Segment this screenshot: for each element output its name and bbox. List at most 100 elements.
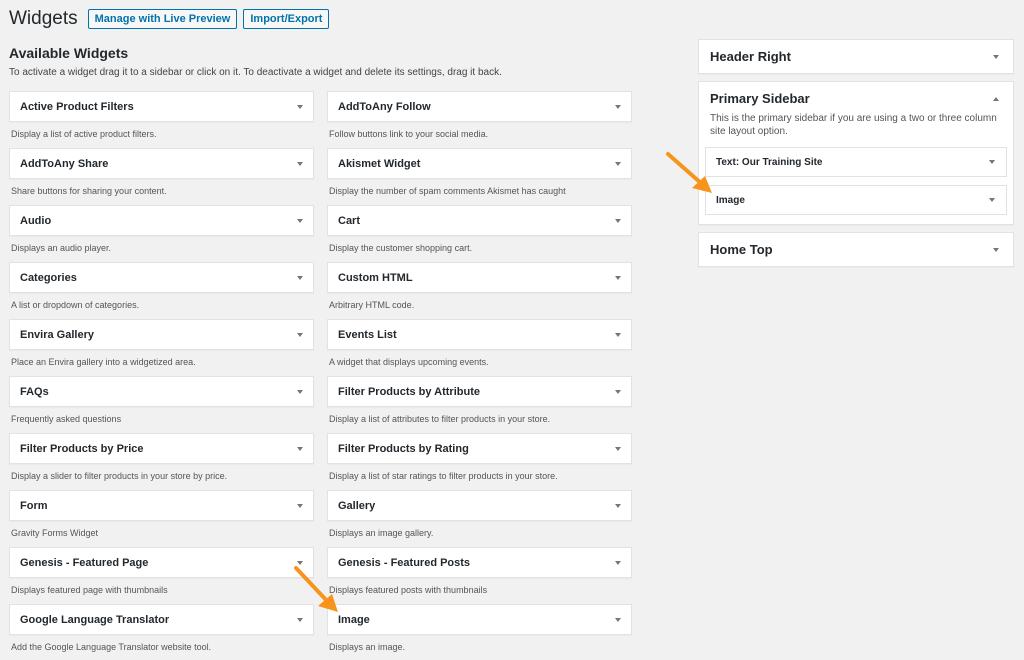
- widget-item: Categories A list or dropdown of categor…: [9, 262, 314, 319]
- widget-faqs[interactable]: FAQs: [9, 376, 314, 407]
- widget-title: Form: [20, 499, 48, 512]
- widget-description: Gravity Forms Widget: [11, 528, 99, 538]
- page-header: Widgets Manage with Live Preview Import/…: [9, 8, 335, 30]
- sidebar-title: Home Top: [710, 242, 773, 257]
- chevron-down-icon[interactable]: [993, 247, 999, 252]
- widget-title: Active Product Filters: [20, 100, 134, 113]
- widget-item: Google Language Translator Add the Googl…: [9, 604, 314, 660]
- sidebar-primary: Primary Sidebar This is the primary side…: [698, 81, 1014, 225]
- widget-image[interactable]: Image: [327, 604, 632, 635]
- widget-addtoany-share[interactable]: AddToAny Share: [9, 148, 314, 179]
- widget-akismet[interactable]: Akismet Widget: [327, 148, 632, 179]
- widget-item: Form Gravity Forms Widget: [9, 490, 314, 547]
- widget-title: Events List: [338, 328, 397, 341]
- widget-description: Displays featured page with thumbnails: [11, 585, 168, 595]
- widget-filter-by-attribute[interactable]: Filter Products by Attribute: [327, 376, 632, 407]
- chevron-down-icon[interactable]: [297, 617, 303, 622]
- widget-filter-by-price[interactable]: Filter Products by Price: [9, 433, 314, 464]
- chevron-down-icon[interactable]: [615, 560, 621, 565]
- widget-item: Filter Products by Attribute Display a l…: [327, 376, 632, 433]
- widget-item: FAQs Frequently asked questions: [9, 376, 314, 433]
- chevron-down-icon[interactable]: [297, 218, 303, 223]
- widget-events-list[interactable]: Events List: [327, 319, 632, 350]
- widget-active-product-filters[interactable]: Active Product Filters: [9, 91, 314, 122]
- widget-custom-html[interactable]: Custom HTML: [327, 262, 632, 293]
- chevron-down-icon[interactable]: [615, 332, 621, 337]
- chevron-down-icon[interactable]: [297, 332, 303, 337]
- widget-genesis-featured-posts[interactable]: Genesis - Featured Posts: [327, 547, 632, 578]
- widget-description: Display the number of spam comments Akis…: [329, 186, 566, 196]
- chevron-down-icon[interactable]: [615, 104, 621, 109]
- sidebar-header[interactable]: Home Top: [699, 233, 1013, 266]
- sidebar-title: Header Right: [710, 49, 791, 64]
- widget-title: Filter Products by Price: [20, 442, 144, 455]
- widget-item: Custom HTML Arbitrary HTML code.: [327, 262, 632, 319]
- widget-description: Share buttons for sharing your content.: [11, 186, 167, 196]
- chevron-down-icon[interactable]: [297, 389, 303, 394]
- widget-form[interactable]: Form: [9, 490, 314, 521]
- widget-title: Google Language Translator: [20, 613, 170, 626]
- chevron-down-icon[interactable]: [615, 275, 621, 280]
- chevron-down-icon[interactable]: [615, 503, 621, 508]
- widget-title: Image: [338, 613, 370, 626]
- widget-description: A list or dropdown of categories.: [11, 300, 140, 310]
- widget-item: Genesis - Featured Posts Displays featur…: [327, 547, 632, 604]
- widget-categories[interactable]: Categories: [9, 262, 314, 293]
- widget-item: Audio Displays an audio player.: [9, 205, 314, 262]
- sidebar-widget-image[interactable]: Image: [705, 185, 1007, 215]
- chevron-down-icon[interactable]: [297, 446, 303, 451]
- chevron-down-icon[interactable]: [615, 218, 621, 223]
- widget-title: Categories: [20, 271, 77, 284]
- chevron-down-icon[interactable]: [615, 617, 621, 622]
- sidebar-header[interactable]: Header Right: [699, 40, 1013, 73]
- chevron-down-icon[interactable]: [297, 275, 303, 280]
- widget-description: Arbitrary HTML code.: [329, 300, 415, 310]
- widget-envira-gallery[interactable]: Envira Gallery: [9, 319, 314, 350]
- chevron-down-icon[interactable]: [297, 161, 303, 166]
- chevron-down-icon[interactable]: [993, 54, 999, 59]
- chevron-up-icon[interactable]: [993, 96, 999, 101]
- manage-live-preview-button[interactable]: Manage with Live Preview: [87, 9, 238, 29]
- chevron-down-icon[interactable]: [297, 503, 303, 508]
- chevron-down-icon[interactable]: [615, 161, 621, 166]
- widget-addtoany-follow[interactable]: AddToAny Follow: [327, 91, 632, 122]
- widgets-page: Widgets Manage with Live Preview Import/…: [0, 0, 1024, 660]
- chevron-down-icon[interactable]: [615, 446, 621, 451]
- sidebar-header[interactable]: Primary Sidebar: [699, 82, 1013, 115]
- chevron-down-icon[interactable]: [615, 389, 621, 394]
- widget-item: Akismet Widget Display the number of spa…: [327, 148, 632, 205]
- widget-description: A widget that displays upcoming events.: [329, 357, 489, 367]
- widget-description: Display a slider to filter products in y…: [11, 471, 228, 481]
- chevron-down-icon[interactable]: [297, 104, 303, 109]
- sidebar-header-right[interactable]: Header Right: [698, 39, 1014, 74]
- page-title: Widgets: [9, 8, 78, 29]
- widget-title: Gallery: [338, 499, 376, 512]
- widget-genesis-featured-page[interactable]: Genesis - Featured Page: [9, 547, 314, 578]
- sidebar-description: This is the primary sidebar if you are u…: [710, 113, 997, 137]
- widget-description: Displays featured posts with thumbnails: [329, 585, 488, 595]
- chevron-down-icon[interactable]: [989, 198, 995, 202]
- widget-item: Envira Gallery Place an Envira gallery i…: [9, 319, 314, 376]
- widget-item: Active Product Filters Display a list of…: [9, 91, 314, 148]
- chevron-down-icon[interactable]: [989, 160, 995, 164]
- widget-audio[interactable]: Audio: [9, 205, 314, 236]
- import-export-button[interactable]: Import/Export: [243, 9, 330, 29]
- widget-title: Cart: [338, 214, 361, 227]
- widget-item: Gallery Displays an image gallery.: [327, 490, 632, 547]
- widget-title: Genesis - Featured Page: [20, 556, 149, 569]
- widget-title: Akismet Widget: [338, 157, 421, 170]
- widget-cart[interactable]: Cart: [327, 205, 632, 236]
- widget-description: Frequently asked questions: [11, 414, 122, 424]
- widget-description: Display a list of active product filters…: [11, 129, 157, 139]
- widget-title: Envira Gallery: [20, 328, 94, 341]
- widget-filter-by-rating[interactable]: Filter Products by Rating: [327, 433, 632, 464]
- available-widgets-description: To activate a widget drag it to a sideba…: [9, 67, 502, 78]
- widget-gallery[interactable]: Gallery: [327, 490, 632, 521]
- widget-google-language-translator[interactable]: Google Language Translator: [9, 604, 314, 635]
- widget-title: AddToAny Follow: [338, 100, 431, 113]
- widget-item: Filter Products by Price Display a slide…: [9, 433, 314, 490]
- sidebar-home-top[interactable]: Home Top: [698, 232, 1014, 267]
- widget-title: Filter Products by Rating: [338, 442, 469, 455]
- sidebar-widget-text[interactable]: Text: Our Training Site: [705, 147, 1007, 177]
- widget-title: FAQs: [20, 385, 49, 398]
